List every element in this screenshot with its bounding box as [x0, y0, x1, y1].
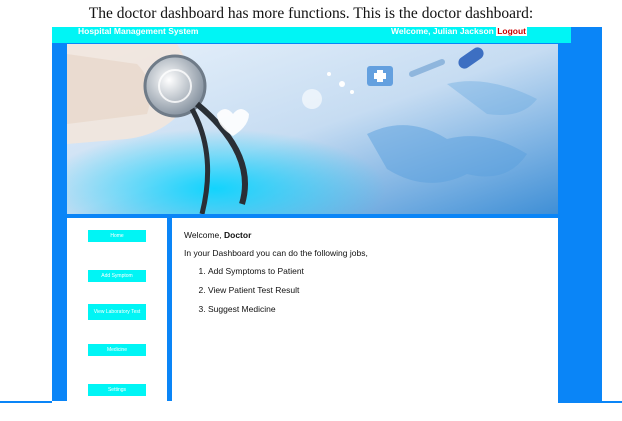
caption-text: The doctor dashboard has more functions.…: [88, 5, 534, 22]
list-item: Add Symptoms to Patient: [208, 266, 304, 276]
greeting-prefix: Welcome,: [391, 26, 433, 36]
sidebar-item-add-symptom[interactable]: Add Symptom: [88, 270, 146, 282]
sidebar: Home Add Symptom View Laboratory Test Me…: [67, 218, 167, 401]
bottom-edge-right: [558, 401, 622, 403]
welcome-prefix: Welcome,: [184, 230, 224, 240]
list-item: Suggest Medicine: [208, 304, 304, 314]
sidebar-item-medicine[interactable]: Medicine: [88, 344, 146, 356]
user-greeting: Welcome, Julian Jackson Logout: [391, 26, 528, 36]
jobs-list: Add Symptoms to Patient View Patient Tes…: [184, 266, 304, 323]
sidebar-item-home[interactable]: Home: [88, 230, 146, 242]
dashboard-intro: In your Dashboard you can do the followi…: [184, 248, 368, 258]
logout-link[interactable]: Logout: [496, 26, 528, 36]
hero-banner: [67, 44, 558, 214]
hero-image: [67, 44, 558, 214]
bottom-edge-left: [0, 401, 52, 403]
list-item: View Patient Test Result: [208, 285, 304, 295]
welcome-line: Welcome, Doctor: [184, 230, 251, 240]
frame-right-edge: [558, 27, 602, 401]
user-name: Julian Jackson: [432, 26, 494, 36]
site-title: Hospital Management System: [78, 26, 199, 36]
main-content: Welcome, Doctor In your Dashboard you ca…: [172, 218, 558, 401]
sidebar-item-settings[interactable]: Settings: [88, 384, 146, 396]
sidebar-item-view-lab-test[interactable]: View Laboratory Test: [88, 304, 146, 320]
role-name: Doctor: [224, 230, 252, 240]
